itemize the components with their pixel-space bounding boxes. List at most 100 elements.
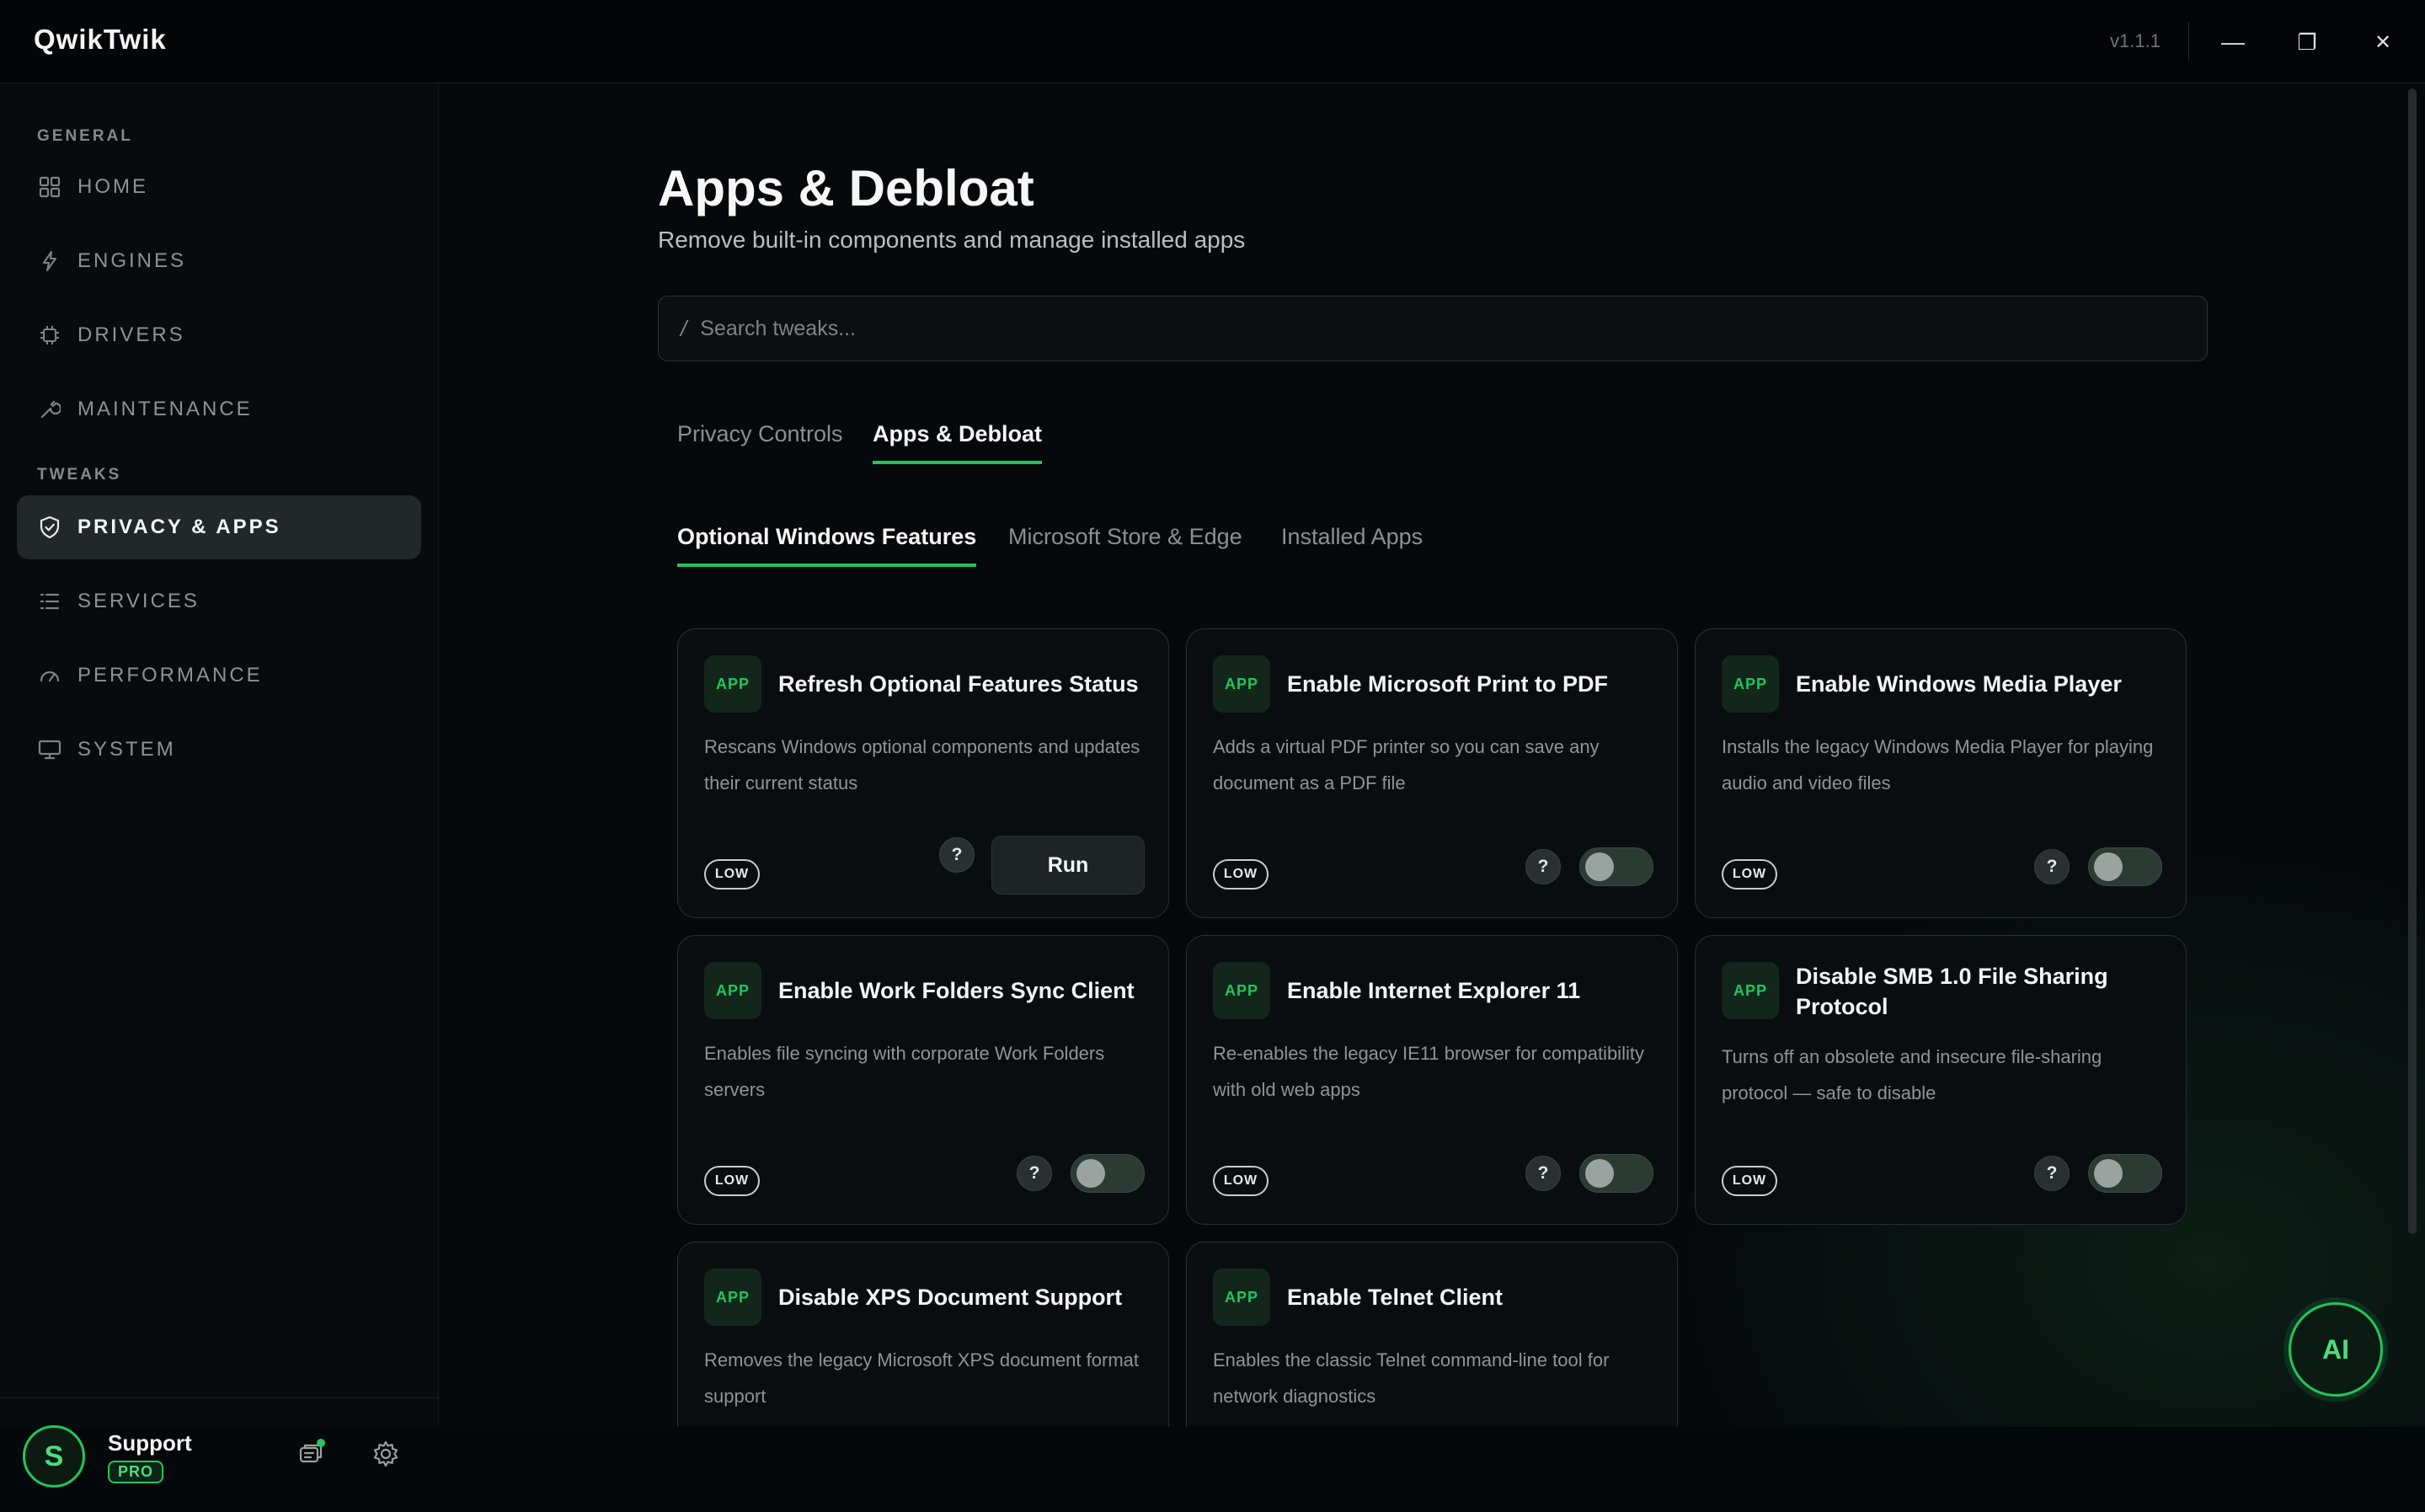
card-description: Enables file syncing with corporate Work… xyxy=(704,1043,1105,1100)
toggle-knob xyxy=(1076,1159,1105,1188)
wrench-icon xyxy=(37,397,62,422)
app-badge: APP xyxy=(704,962,761,1019)
main-content: Apps & Debloat Remove built-in component… xyxy=(439,83,2425,1427)
sidebar-item-label: HOME xyxy=(77,175,148,198)
avatar[interactable]: S xyxy=(23,1425,85,1488)
app-badge: APP xyxy=(1213,962,1270,1019)
plan-badge: PRO xyxy=(108,1461,164,1483)
maximize-button[interactable]: ❐ xyxy=(2282,17,2332,67)
close-button[interactable]: ✕ xyxy=(2358,17,2408,67)
risk-badge: LOW xyxy=(1722,1166,1777,1196)
card-title: Enable Telnet Client xyxy=(1287,1285,1504,1310)
tweak-card: APP Disable SMB 1.0 File Sharing Protoco… xyxy=(1695,935,2187,1225)
card-title: Enable Internet Explorer 11 xyxy=(1287,978,1581,1003)
card-title: Enable Work Folders Sync Client xyxy=(778,978,1135,1003)
titlebar-divider xyxy=(2188,22,2189,61)
feature-toggle[interactable] xyxy=(1579,847,1653,886)
help-button[interactable]: ? xyxy=(2034,1156,2070,1191)
list-icon xyxy=(37,589,62,614)
help-button[interactable]: ? xyxy=(939,837,975,873)
app-badge: APP xyxy=(704,655,761,713)
version-label: v1.1.1 xyxy=(2110,30,2161,51)
risk-badge: LOW xyxy=(1722,859,1777,890)
tab-privacy-controls[interactable]: Privacy Controls xyxy=(677,421,843,461)
tweak-card: APP Disable XPS Document Support Removes… xyxy=(677,1242,1169,1427)
sidebar-item-drivers[interactable]: DRIVERS xyxy=(17,303,421,367)
card-description: Adds a virtual PDF printer so you can sa… xyxy=(1213,736,1600,793)
card-description: Enables the classic Telnet command-line … xyxy=(1213,1349,1610,1407)
page-title: Apps & Debloat xyxy=(658,160,1034,216)
help-button[interactable]: ? xyxy=(1525,849,1561,884)
sidebar-item-privacy-apps[interactable]: PRIVACY & APPS xyxy=(17,495,421,559)
sidebar-item-label: PERFORMANCE xyxy=(77,664,263,687)
card-title: Disable SMB 1.0 File Sharing Protocol xyxy=(1796,964,2108,1019)
toggle-knob xyxy=(1585,852,1614,881)
risk-badge: LOW xyxy=(1213,859,1269,890)
tweak-card: APP Refresh Optional Features Status Res… xyxy=(677,628,1169,918)
sidebar-item-performance[interactable]: PERFORMANCE xyxy=(17,644,421,708)
user-name: Support xyxy=(108,1430,192,1456)
card-title: Enable Microsoft Print to PDF xyxy=(1287,671,1609,697)
sidebar-item-label: SYSTEM xyxy=(77,738,176,761)
risk-badge: LOW xyxy=(704,1166,760,1196)
card-description: Re-enables the legacy IE11 browser for c… xyxy=(1213,1043,1644,1100)
subtab-installed-apps[interactable]: Installed Apps xyxy=(1281,524,1423,564)
feature-toggle[interactable] xyxy=(2088,1154,2162,1193)
shield-icon xyxy=(37,515,62,540)
ai-assistant-button[interactable]: AI xyxy=(2289,1302,2383,1397)
notifications-button[interactable] xyxy=(295,1439,328,1472)
help-button[interactable]: ? xyxy=(1525,1156,1561,1191)
bolt-icon xyxy=(37,248,62,274)
tweak-card: APP Enable Telnet Client Enables the cla… xyxy=(1186,1242,1678,1427)
sidebar-item-label: DRIVERS xyxy=(77,323,185,346)
card-title: Disable XPS Document Support xyxy=(778,1285,1123,1310)
tweak-card: APP Enable Internet Explorer 11 Re-enabl… xyxy=(1186,935,1678,1225)
sidebar-footer: S Support PRO xyxy=(0,1397,438,1512)
notification-dot xyxy=(317,1439,325,1447)
toggle-knob xyxy=(2094,1159,2123,1188)
sidebar-item-engines[interactable]: ENGINES xyxy=(17,229,421,293)
minimize-button[interactable]: — xyxy=(2208,17,2258,67)
search-bar[interactable]: / xyxy=(658,296,2208,361)
help-button[interactable]: ? xyxy=(1017,1156,1052,1191)
app-badge: APP xyxy=(1722,655,1779,713)
title-bar: QwikTwik v1.1.1 — ❐ ✕ xyxy=(0,0,2425,83)
app-badge: APP xyxy=(1213,655,1270,713)
sidebar: GENERAL HOME ENGINES DRIVERS MAINTENANCE… xyxy=(0,83,439,1488)
feature-toggle[interactable] xyxy=(2088,847,2162,886)
app-title: QwikTwik xyxy=(34,24,167,55)
sidebar-item-label: PRIVACY & APPS xyxy=(77,516,281,538)
card-title: Refresh Optional Features Status xyxy=(778,671,1139,697)
run-button[interactable]: Run xyxy=(991,836,1145,895)
grid-icon xyxy=(37,174,62,200)
card-description: Rescans Windows optional components and … xyxy=(704,736,1140,793)
search-input[interactable] xyxy=(698,315,2207,342)
card-description: Turns off an obsolete and insecure file-… xyxy=(1722,1046,2102,1103)
card-description: Installs the legacy Windows Media Player… xyxy=(1722,736,2154,793)
card-description: Removes the legacy Microsoft XPS documen… xyxy=(704,1349,1139,1407)
help-button[interactable]: ? xyxy=(2034,849,2070,884)
subtab-optional-windows-features[interactable]: Optional Windows Features xyxy=(677,524,977,567)
app-badge: APP xyxy=(1213,1269,1270,1326)
risk-badge: LOW xyxy=(704,859,760,890)
section-label-general: GENERAL xyxy=(37,127,133,145)
toggle-knob xyxy=(1585,1159,1614,1188)
sidebar-item-services[interactable]: SERVICES xyxy=(17,569,421,633)
scrollbar[interactable] xyxy=(2408,88,2417,1234)
feature-toggle[interactable] xyxy=(1071,1154,1145,1193)
section-label-tweaks: TWEAKS xyxy=(37,466,122,484)
sidebar-item-system[interactable]: SYSTEM xyxy=(17,718,421,782)
tab-apps-debloat[interactable]: Apps & Debloat xyxy=(873,421,1043,464)
tweak-card: APP Enable Microsoft Print to PDF Adds a… xyxy=(1186,628,1678,918)
settings-button[interactable] xyxy=(369,1439,403,1472)
sidebar-item-maintenance[interactable]: MAINTENANCE xyxy=(17,377,421,441)
sidebar-item-label: SERVICES xyxy=(77,590,200,612)
sidebar-item-label: MAINTENANCE xyxy=(77,398,253,420)
feature-toggle[interactable] xyxy=(1579,1154,1653,1193)
tweak-card: APP Enable Windows Media Player Installs… xyxy=(1695,628,2187,918)
chip-icon xyxy=(37,323,62,348)
subtab-microsoft-store-edge[interactable]: Microsoft Store & Edge xyxy=(1008,524,1242,564)
gear-icon xyxy=(371,1440,400,1472)
sidebar-item-home[interactable]: HOME xyxy=(17,155,421,219)
search-icon: / xyxy=(681,315,687,341)
